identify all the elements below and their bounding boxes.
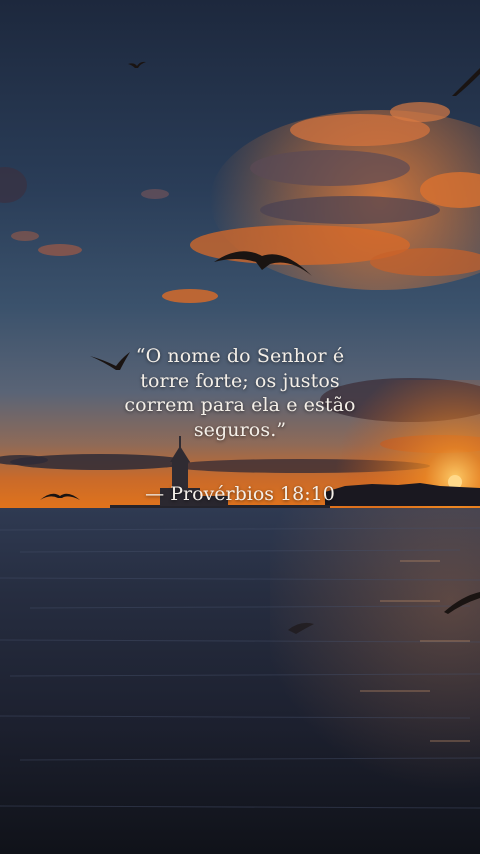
- quote-line-3: correm para ela e estão: [124, 394, 356, 416]
- quote-line-1: “O nome do Senhor é: [135, 345, 345, 367]
- quote-line-4: seguros.”: [193, 418, 287, 441]
- sea-reflection: [270, 508, 480, 808]
- sunset-sea-scene: “O nome do Senhor é torre forte; os just…: [0, 0, 480, 854]
- quote-reference: — Provérbios 18:10: [145, 483, 335, 505]
- quote-line-2: torre forte; os justos: [140, 369, 340, 392]
- bible-quote: “O nome do Senhor é torre forte; os just…: [0, 344, 480, 506]
